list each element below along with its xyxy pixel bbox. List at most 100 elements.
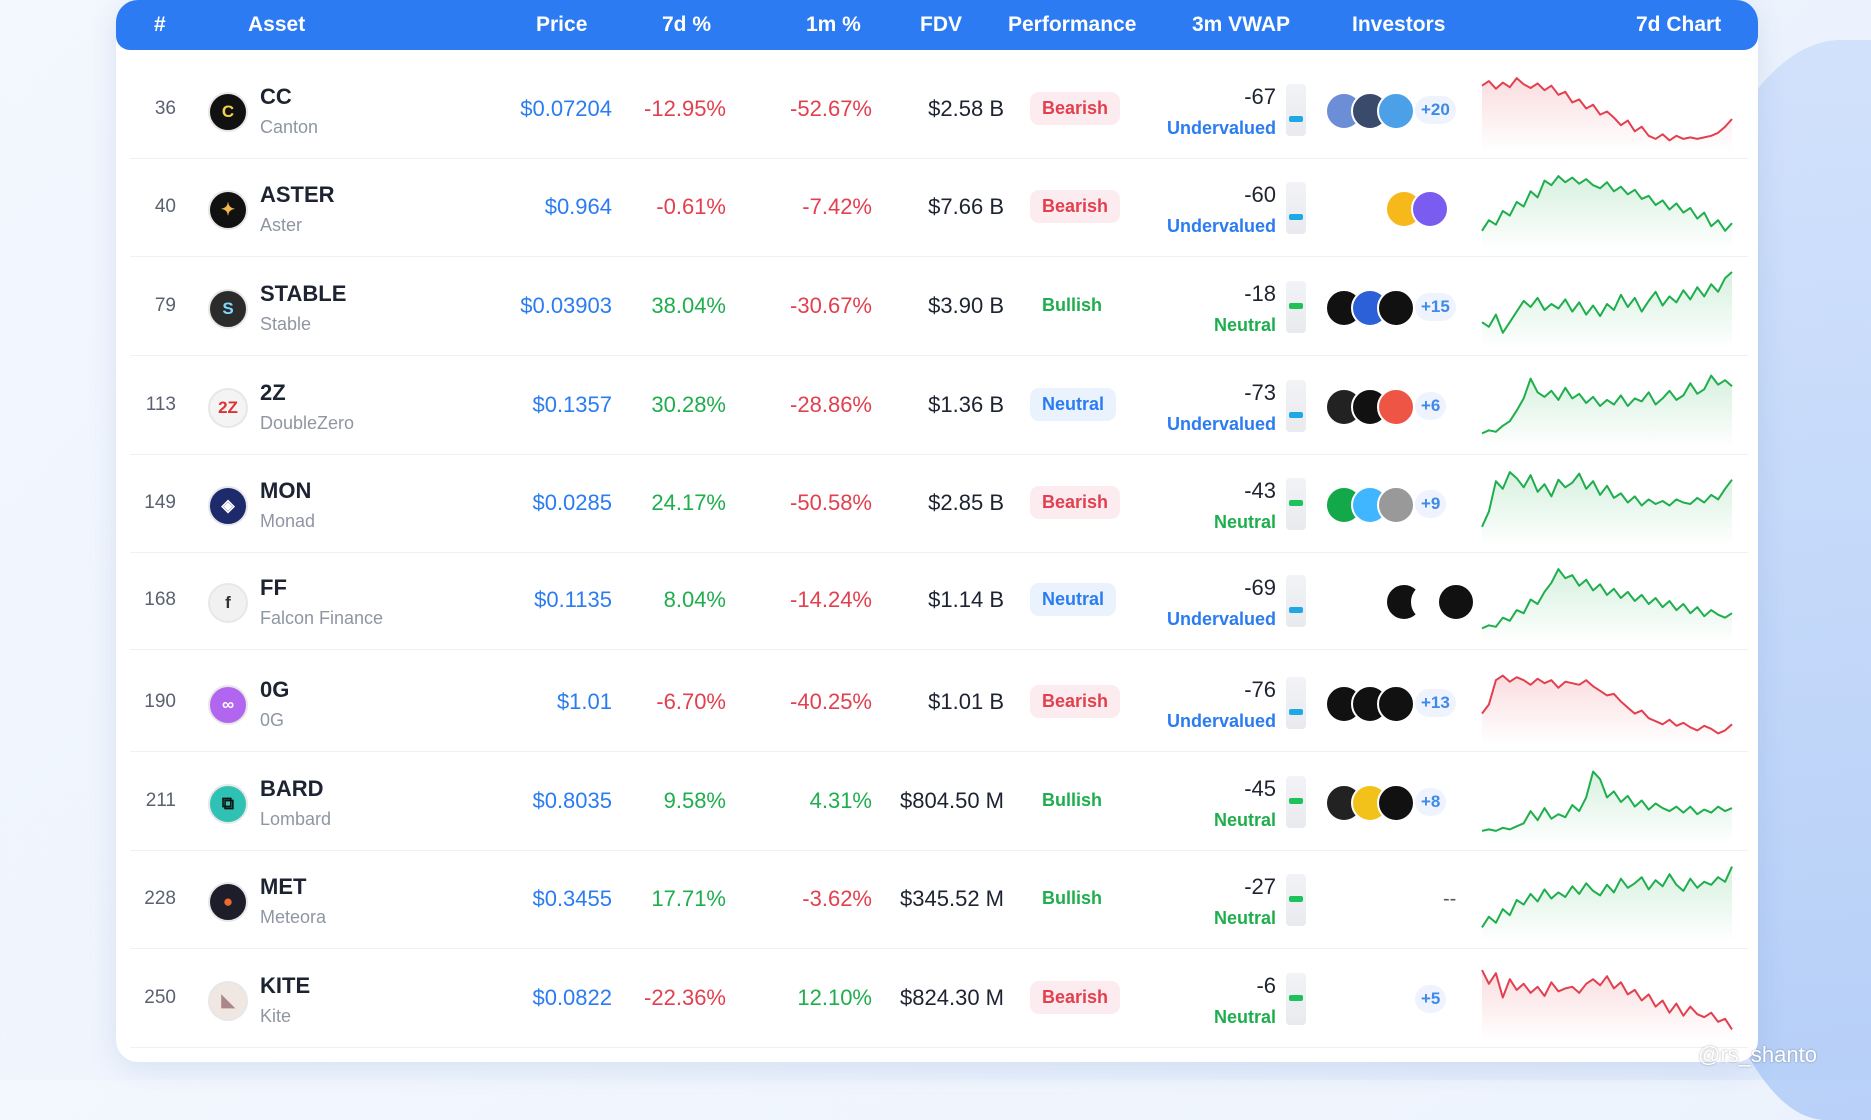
vwap-gauge (1286, 575, 1306, 627)
vwap-gauge-level (1289, 709, 1303, 715)
more-investors-badge[interactable]: +8 (1415, 788, 1447, 816)
asset-ticker[interactable]: STABLE (260, 281, 346, 307)
price-cell: $0.964 (544, 194, 612, 219)
table-row[interactable]: 113 2Z 2Z DoubleZero $0.1357 30.28% -28.… (130, 356, 1748, 455)
table-row[interactable]: 190 ∞ 0G 0G $1.01 -6.70% -40.25% $1.01 B… (130, 653, 1748, 752)
vwap-value: -45 (1244, 776, 1276, 801)
sparkline-chart (1481, 374, 1733, 448)
col-performance-header[interactable]: Performance (1008, 13, 1136, 37)
price-cell: $1.01 (556, 689, 612, 714)
table-row[interactable]: 149 ◈ MON Monad $0.0285 24.17% -50.58% $… (130, 454, 1748, 553)
col-fdv-header[interactable]: FDV (920, 13, 962, 37)
price-cell: $0.07204 (520, 96, 612, 121)
col-chart-header[interactable]: 7d Chart (1636, 13, 1721, 37)
fdv-cell: $804.50 M (900, 788, 1004, 813)
price-cell: $0.3455 (532, 886, 612, 911)
investor-avatar-icon[interactable] (1377, 685, 1415, 723)
sparkline-area (1482, 569, 1732, 643)
more-investors-badge[interactable]: +6 (1415, 392, 1447, 420)
vwap-label: Undervalued (1166, 216, 1276, 236)
col-rank-header[interactable]: # (154, 13, 166, 37)
fdv-cell: $1.36 B (928, 392, 1004, 417)
vwap-label: Neutral (1213, 908, 1276, 928)
table-row[interactable]: 168 f FF Falcon Finance $0.1135 8.04% -1… (130, 551, 1748, 650)
asset-ticker[interactable]: 2Z (260, 380, 286, 406)
vwap-label: Undervalued (1166, 118, 1276, 138)
performance-badge: Bearish (1030, 92, 1121, 125)
table-row[interactable]: 36 C CC Canton $0.07204 -12.95% -52.67% … (130, 60, 1748, 159)
asset-ticker[interactable]: KITE (260, 973, 310, 999)
investor-avatar-icon[interactable] (1437, 583, 1475, 621)
rank-cell: 228 (144, 888, 176, 909)
col-price-header[interactable]: Price (536, 13, 587, 37)
fdv-cell: $2.58 B (928, 96, 1004, 121)
rank-cell: 211 (145, 790, 176, 811)
investor-avatar-icon[interactable] (1377, 92, 1415, 130)
investor-avatar-icon[interactable] (1411, 190, 1449, 228)
vwap-gauge-level (1289, 995, 1303, 1001)
col-asset-header[interactable]: Asset (248, 13, 305, 37)
more-investors-badge[interactable]: +20 (1415, 96, 1456, 124)
rank-cell: 149 (144, 492, 176, 513)
asset-ticker[interactable]: MON (260, 478, 311, 504)
fdv-cell: $2.85 B (928, 490, 1004, 515)
table-header: # Asset Price 7d % 1m % FDV Performance … (116, 0, 1758, 50)
table-row[interactable]: 40 ✦ ASTER Aster $0.964 -0.61% -7.42% $7… (130, 158, 1748, 257)
sparkline-chart (1481, 866, 1733, 942)
col-vwap-header[interactable]: 3m VWAP (1192, 13, 1290, 37)
asset-logo-icon: ∞ (208, 685, 248, 725)
asset-ticker[interactable]: CC (260, 84, 292, 110)
asset-ticker[interactable]: 0G (260, 677, 289, 703)
assets-table-card: # Asset Price 7d % 1m % FDV Performance … (116, 0, 1758, 1062)
change-1m-cell: -30.67% (790, 293, 872, 318)
no-investors-text: -- (1443, 888, 1457, 910)
vwap-value: -73 (1244, 380, 1276, 405)
investor-avatar-icon[interactable] (1377, 486, 1415, 524)
change-7d-cell: 17.71% (651, 886, 726, 911)
asset-ticker[interactable]: MET (260, 874, 306, 900)
vwap-label: Neutral (1213, 512, 1276, 532)
table-row[interactable]: 79 S STABLE Stable $0.03903 38.04% -30.6… (130, 257, 1748, 356)
sparkline-area (1482, 675, 1732, 745)
investor-avatar-icon[interactable] (1377, 388, 1415, 426)
change-1m-cell: -28.86% (790, 392, 872, 417)
vwap-value: -67 (1244, 84, 1276, 109)
col-investors-header[interactable]: Investors (1352, 13, 1445, 37)
asset-ticker[interactable]: BARD (260, 776, 324, 802)
change-1m-cell: -50.58% (790, 490, 872, 515)
change-7d-cell: 30.28% (651, 392, 726, 417)
sparkline-area (1482, 78, 1732, 152)
investor-avatar-icon[interactable] (1377, 289, 1415, 327)
fdv-cell: $7.66 B (928, 194, 1004, 219)
asset-logo-icon: 2Z (208, 388, 248, 428)
more-investors-badge[interactable]: +9 (1415, 490, 1447, 518)
table-row[interactable]: 211 ⧉ BARD Lombard $0.8035 9.58% 4.31% $… (130, 752, 1748, 851)
performance-badge: Bearish (1030, 486, 1121, 519)
sparkline-chart (1481, 969, 1733, 1041)
more-investors-badge[interactable]: +5 (1415, 985, 1447, 1013)
more-investors-badge[interactable]: +15 (1415, 293, 1456, 321)
fdv-cell: $345.52 M (900, 886, 1004, 911)
more-investors-badge[interactable]: +13 (1415, 689, 1456, 717)
investor-avatar-icon[interactable] (1377, 981, 1415, 1019)
vwap-label: Undervalued (1166, 414, 1276, 434)
asset-name: Kite (260, 1006, 292, 1026)
investor-avatar-icon[interactable] (1377, 784, 1415, 822)
table-row[interactable]: 250 ◣ KITE Kite $0.0822 -22.36% 12.10% $… (130, 949, 1748, 1048)
rank-cell: 190 (144, 691, 176, 712)
sparkline-chart (1481, 770, 1733, 844)
vwap-gauge-level (1289, 303, 1303, 309)
table-row[interactable]: 228 ● MET Meteora $0.3455 17.71% -3.62% … (130, 850, 1748, 949)
asset-name: Lombard (260, 809, 332, 829)
vwap-label: Neutral (1213, 315, 1276, 335)
asset-ticker[interactable]: ASTER (260, 182, 335, 208)
change-1m-cell: -3.62% (802, 886, 872, 911)
sparkline-area (1482, 771, 1732, 844)
asset-ticker[interactable]: FF (260, 575, 287, 601)
col-1m-header[interactable]: 1m % (806, 13, 861, 37)
change-7d-cell: -22.36% (644, 985, 726, 1010)
performance-badge: Bearish (1030, 685, 1121, 718)
vwap-gauge (1286, 380, 1306, 432)
performance-badge: Bullish (1030, 784, 1115, 817)
col-7d-header[interactable]: 7d % (662, 13, 711, 37)
